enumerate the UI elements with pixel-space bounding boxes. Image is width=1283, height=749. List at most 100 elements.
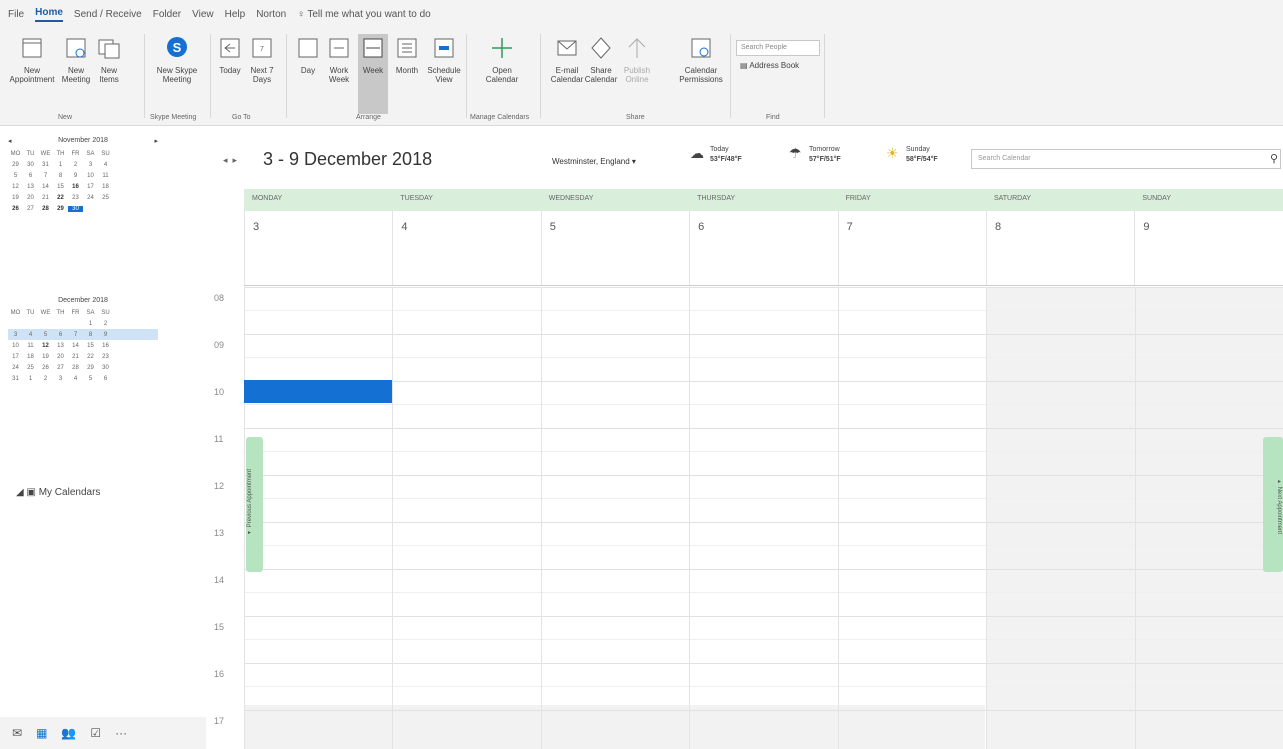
menu-norton[interactable]: Norton bbox=[256, 9, 286, 20]
schedule-view-icon bbox=[434, 38, 454, 58]
date-cell[interactable]: 4 bbox=[392, 211, 540, 285]
new-appointment-button[interactable]: New Appointment bbox=[6, 34, 58, 84]
lightbulb-icon: ♀ bbox=[297, 8, 308, 20]
month-view-icon bbox=[397, 38, 417, 58]
schedule-view-button[interactable]: Schedule View bbox=[426, 34, 462, 84]
next-appointment-tab[interactable]: ▸ Next Appointment bbox=[1263, 437, 1283, 572]
next-week-arrow[interactable]: ▸ bbox=[233, 155, 238, 165]
date-cell[interactable]: 9 bbox=[1134, 211, 1282, 285]
half-hour-line bbox=[244, 686, 1283, 687]
people-icon[interactable]: 👥 bbox=[61, 726, 76, 740]
tell-me-box[interactable]: ♀ Tell me what you want to do bbox=[297, 9, 431, 20]
week-view-button[interactable]: Week bbox=[358, 34, 388, 114]
ribbon-separator bbox=[144, 34, 145, 118]
mail-icon[interactable]: ✉ bbox=[12, 726, 22, 740]
next-7-days-button[interactable]: 7 Next 7 Days bbox=[248, 34, 276, 84]
menu-help[interactable]: Help bbox=[225, 9, 246, 20]
day-column-border bbox=[244, 287, 245, 749]
hour-label: 14 bbox=[214, 575, 225, 585]
date-cell[interactable]: 8 bbox=[985, 211, 1134, 285]
next-month-arrow[interactable]: ▸ bbox=[154, 137, 158, 145]
cloud-icon: ☁ bbox=[690, 145, 704, 161]
rain-cloud-icon: ☂ bbox=[789, 145, 802, 161]
bottom-navigation: ✉ ▦ 👥 ☑ ··· bbox=[0, 717, 206, 749]
new-skype-meeting-button[interactable]: S New Skype Meeting bbox=[148, 34, 206, 84]
day-header: WEDNESDAY bbox=[548, 195, 594, 202]
prev-month-arrow[interactable]: ◂ bbox=[8, 137, 12, 145]
publish-online-button[interactable]: Publish Online bbox=[620, 34, 654, 84]
half-hour-line bbox=[244, 310, 1283, 311]
share-calendar-button[interactable]: Share Calendar bbox=[585, 34, 617, 84]
hour-line bbox=[244, 710, 1283, 711]
more-options-icon[interactable]: ··· bbox=[115, 726, 127, 740]
day-header: FRIDAY bbox=[845, 195, 871, 202]
search-calendar-input[interactable]: Search Calendar ⚲ bbox=[971, 149, 1281, 169]
previous-week-arrow[interactable]: ◂ bbox=[223, 155, 228, 165]
calendar-permissions-button[interactable]: Calendar Permissions bbox=[678, 34, 724, 84]
chevron-right-icon: ▸ bbox=[1276, 478, 1282, 488]
menu-view[interactable]: View bbox=[192, 9, 214, 20]
menu-home[interactable]: Home bbox=[35, 7, 63, 22]
hour-line bbox=[244, 475, 1283, 476]
week-nav-arrows: ◂ ▸ bbox=[223, 155, 237, 166]
date-cell[interactable]: 7 bbox=[837, 211, 986, 285]
expand-arrow-icon: ◢ ▣ bbox=[16, 487, 39, 498]
calendar-icon bbox=[22, 38, 42, 58]
minical-weekdays: MO TU WE TH FR SA SU bbox=[10, 150, 110, 157]
hour-line bbox=[244, 287, 1283, 288]
search-people-input[interactable]: Search People bbox=[736, 40, 820, 56]
weather-sunday: ☀ Sunday 58°F/54°F bbox=[886, 145, 938, 163]
half-hour-line bbox=[244, 592, 1283, 593]
hour-label: 13 bbox=[214, 528, 225, 538]
address-book-button[interactable]: ▤ Address Book bbox=[740, 61, 799, 70]
minical-week: 5 6 7 8 9 10 11 bbox=[13, 172, 109, 179]
new-meeting-button[interactable]: New Meeting bbox=[62, 34, 90, 84]
weather-location[interactable]: Westminster, England ▾ bbox=[552, 157, 636, 166]
day-column-border bbox=[541, 287, 542, 749]
search-icon[interactable]: ⚲ bbox=[1270, 152, 1278, 165]
group-goto-label: Go To bbox=[232, 114, 251, 121]
tell-me-label: Tell me what you want to do bbox=[307, 8, 431, 20]
appointment-block[interactable] bbox=[244, 380, 392, 403]
day-header: MONDAY bbox=[252, 195, 283, 202]
hour-line bbox=[244, 569, 1283, 570]
group-new-label: New bbox=[58, 114, 73, 121]
ribbon-separator bbox=[286, 34, 287, 118]
chevron-left-icon: ◂ bbox=[247, 527, 253, 537]
open-calendar-button[interactable]: Open Calendar bbox=[484, 34, 520, 84]
day-header: SATURDAY bbox=[993, 195, 1032, 202]
calendar-nav-icon[interactable]: ▦ bbox=[36, 726, 47, 740]
previous-appointment-tab[interactable]: ◂ Previous Appointment bbox=[246, 437, 263, 572]
menu-send-receive[interactable]: Send / Receive bbox=[74, 9, 142, 20]
group-arrange-label: Arrange bbox=[356, 114, 381, 121]
menu-file[interactable]: File bbox=[8, 9, 24, 20]
hour-label: 12 bbox=[214, 481, 225, 491]
hour-line bbox=[244, 522, 1283, 523]
minical-title: December 2018 bbox=[58, 297, 108, 304]
sun-cloud-icon: ☀ bbox=[886, 145, 899, 161]
hour-label: 15 bbox=[214, 622, 225, 632]
tasks-icon[interactable]: ☑ bbox=[90, 726, 101, 740]
hour-label: 11 bbox=[214, 434, 224, 444]
new-items-button[interactable]: New Items bbox=[92, 34, 126, 84]
day-column-border bbox=[689, 287, 690, 749]
next-days-icon: 7 bbox=[252, 38, 272, 58]
my-calendars-folder[interactable]: ◢ ▣ My Calendars bbox=[16, 487, 100, 498]
day-column-border bbox=[392, 287, 393, 749]
today-button[interactable]: Today bbox=[216, 34, 244, 75]
day-column-border bbox=[986, 287, 987, 749]
work-week-button[interactable]: Work Week bbox=[324, 34, 354, 84]
month-view-button[interactable]: Month bbox=[392, 34, 422, 75]
menu-folder[interactable]: Folder bbox=[153, 9, 181, 20]
week-view-icon bbox=[363, 38, 383, 58]
chevron-down-icon: ▾ bbox=[631, 157, 636, 166]
date-cell[interactable]: 6 bbox=[689, 211, 837, 285]
time-grid[interactable] bbox=[244, 287, 1283, 749]
date-cell[interactable]: 3 bbox=[244, 211, 392, 285]
email-calendar-button[interactable]: E-mail Calendar bbox=[551, 34, 583, 84]
date-cell[interactable]: 5 bbox=[540, 211, 689, 285]
day-view-button[interactable]: Day bbox=[296, 34, 320, 75]
minical-week: 17 18 19 20 21 22 23 bbox=[12, 353, 109, 360]
permissions-icon bbox=[691, 38, 711, 58]
minical-today[interactable]: 30 bbox=[68, 205, 83, 212]
